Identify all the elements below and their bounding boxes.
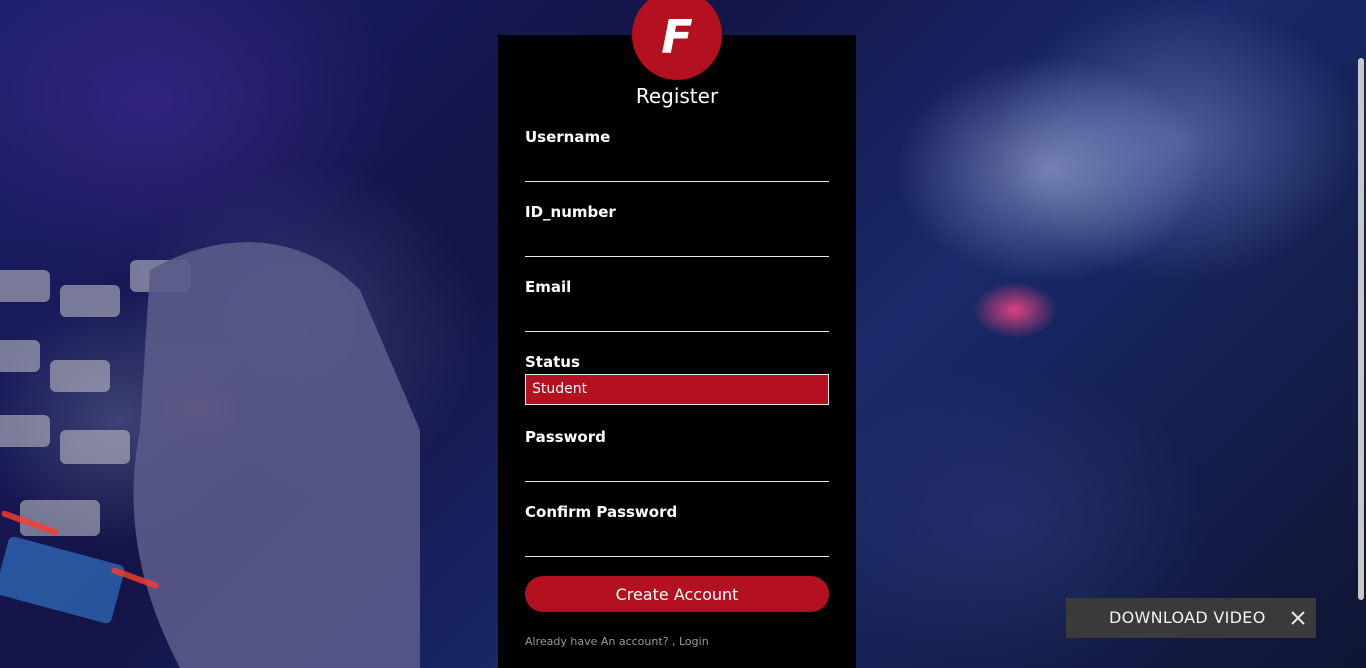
scrollbar-thumb[interactable]: [1358, 58, 1364, 600]
status-select[interactable]: Student: [525, 374, 829, 405]
login-link[interactable]: Login: [679, 635, 709, 648]
confirm-password-input[interactable]: [525, 529, 829, 557]
id-number-field-group: ID_number: [525, 203, 829, 257]
page-scrollbar[interactable]: [1356, 0, 1366, 668]
username-input[interactable]: [525, 154, 829, 182]
confirm-password-label: Confirm Password: [525, 503, 678, 521]
confirm-password-field-group: Confirm Password: [525, 503, 829, 557]
login-prompt: Already have An account? , Login: [525, 635, 709, 649]
status-field-group: Status Student: [525, 353, 829, 405]
password-field-group: Password: [525, 428, 829, 482]
email-input[interactable]: [525, 304, 829, 332]
page-title: Register: [635, 84, 719, 108]
id-number-input[interactable]: [525, 229, 829, 257]
keyboard-illustration: [0, 242, 420, 668]
username-label: Username: [525, 128, 611, 146]
password-label: Password: [525, 428, 606, 446]
email-label: Email: [525, 278, 572, 296]
download-video-popup[interactable]: DOWNLOAD VIDEO: [1066, 598, 1316, 638]
login-prompt-text: Already have An account? ,: [525, 635, 676, 648]
id-number-label: ID_number: [525, 203, 616, 221]
username-field-group: Username: [525, 128, 829, 182]
password-input[interactable]: [525, 454, 829, 482]
status-label: Status: [525, 353, 580, 371]
download-video-label[interactable]: DOWNLOAD VIDEO: [1109, 598, 1266, 638]
email-field-group: Email: [525, 278, 829, 332]
status-selected-value: Student: [532, 381, 588, 397]
create-account-button[interactable]: Create Account: [525, 576, 829, 612]
close-icon[interactable]: [1286, 606, 1310, 630]
logo-letter: F: [661, 10, 693, 64]
